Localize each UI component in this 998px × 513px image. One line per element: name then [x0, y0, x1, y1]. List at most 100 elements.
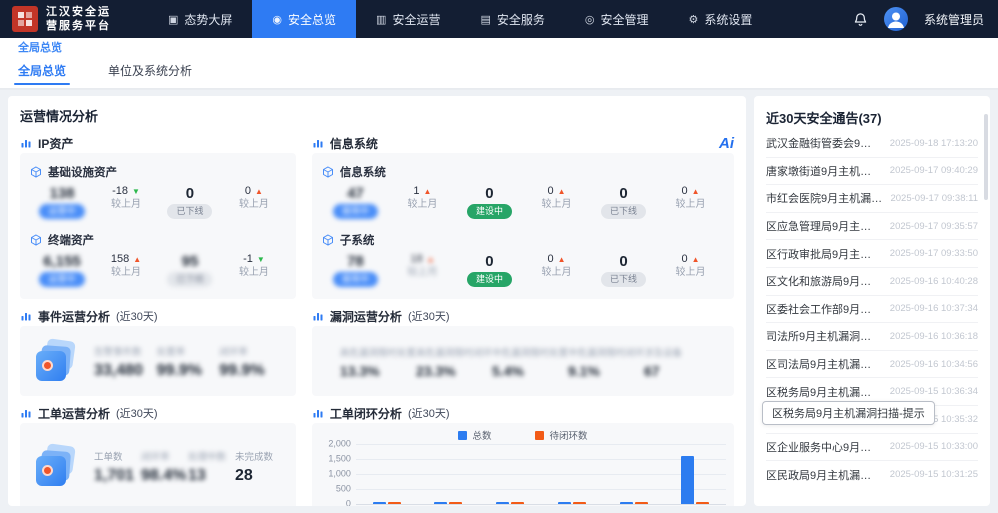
stat-value: 0	[485, 254, 493, 269]
stat-value: 0	[619, 186, 627, 201]
app-title: 江汉安全运 营服务平台	[46, 5, 111, 34]
asset-block-终端资产: 终端资产6,155运营中158▲较上月95已下线-1▼较上月	[30, 225, 286, 293]
stat-sub-label: 较上月	[407, 268, 437, 278]
announcement-item[interactable]: 区民政局9月主机漏洞扫描-提示2025-09-15 10:31:25	[766, 461, 978, 489]
arrow-up-icon: ▲	[424, 188, 432, 196]
announcement-item[interactable]: 武汉金融街管委会9月主机漏洞扫描-提示2025-09-18 17:13:20	[766, 130, 978, 158]
bar-待闭环数	[635, 502, 648, 504]
ip-assets-section: IP资产 基础设施资产138运营中-18▼较上月0已下线0▲较上月终端资产6,1…	[20, 133, 296, 299]
announcements-title: 近30天安全通告(37)	[766, 108, 978, 130]
stat-value: 9.1%	[568, 364, 644, 378]
y-tick-label: 1,500	[328, 455, 351, 464]
stat-value: 67	[644, 364, 720, 378]
announcement-item[interactable]: 市红会医院9月主机漏洞扫描-提示2025-09-17 09:38:11	[766, 185, 978, 213]
stat-change-col: 158▲较上月	[94, 254, 158, 278]
announcements-list: 武汉金融街管委会9月主机漏洞扫描-提示2025-09-18 17:13:20唐家…	[766, 130, 978, 489]
announcement-item[interactable]: 司法所9月主机漏洞扫描-提示2025-09-16 10:36:18	[766, 323, 978, 351]
stat-value: 28	[235, 468, 282, 484]
card-title: IP资产	[38, 135, 73, 152]
announcement-item[interactable]: 区行政审批局9月主机漏洞扫描和WEB...2025-09-17 09:33:50	[766, 240, 978, 268]
panel-scrollbar-thumb[interactable]	[984, 114, 988, 200]
stat-col: 处理中数13	[188, 449, 235, 484]
announcement-item[interactable]: 唐家墩街道9月主机漏洞扫描-提示2025-09-17 09:40:29	[766, 158, 978, 186]
announcement-title: 唐家墩街道9月主机漏洞扫描-提示	[766, 163, 882, 179]
bell-icon[interactable]	[853, 12, 868, 27]
stat-sub-label: 较上月	[407, 200, 437, 210]
event-analysis-header: 事件运营分析 (近30天)	[20, 306, 296, 326]
stat-label: 闭环率	[141, 449, 188, 463]
cube-illustration-icon	[34, 443, 80, 489]
stat-value: 6,155	[43, 254, 81, 269]
announcement-title: 市红会医院9月主机漏洞扫描-提示	[766, 190, 882, 206]
management-icon: ◎	[585, 13, 595, 26]
stat-change-col: -18▼较上月	[94, 186, 158, 210]
stat-value: 1,701	[94, 468, 141, 484]
announcement-item[interactable]: 区文化和旅游局9月主机漏洞扫描和WE...2025-09-16 10:40:28	[766, 268, 978, 296]
stat-col: 中危漏洞限时闭环率9.1%	[568, 345, 644, 378]
legend-item[interactable]: 待闭环数	[535, 428, 587, 442]
announcement-item[interactable]: 区企业服务中心9月主机漏洞扫描-提示2025-09-15 10:33:00	[766, 434, 978, 462]
stat-label: 涉及设备	[644, 345, 720, 359]
status-badge: 运营中	[39, 272, 84, 287]
status-badge: 使用中	[333, 204, 378, 219]
announcement-time: 2025-09-17 09:35:57	[890, 221, 978, 232]
status-badge: 已下线	[167, 204, 212, 219]
tab-单位及系统分析[interactable]: 单位及系统分析	[104, 56, 196, 88]
stat-badge-col: 138运营中	[30, 186, 94, 219]
nav-item-安全总览[interactable]: ◉安全总览	[252, 0, 356, 38]
stat-value: 23.3%	[416, 364, 492, 378]
user-avatar[interactable]	[884, 7, 908, 31]
arrow-up-icon: ▲	[255, 188, 263, 196]
stat-label: 处理中数	[188, 449, 235, 463]
announcement-time: 2025-09-15 10:36:34	[890, 386, 978, 397]
bar-总数	[681, 456, 694, 504]
stat-label: 高危漏洞限时闭环率	[416, 345, 492, 359]
nav-label: 安全服务	[497, 11, 545, 28]
user-name[interactable]: 系统管理员	[924, 11, 984, 28]
nav-label: 态势大屏	[184, 11, 232, 28]
status-badge: 建设中	[467, 272, 512, 287]
announcement-title: 区文化和旅游局9月主机漏洞扫描和WE...	[766, 273, 882, 289]
legend-item[interactable]: 总数	[458, 428, 491, 442]
nav-label: 安全总览	[288, 11, 336, 28]
announcement-title: 区委社会工作部9月主机漏洞扫描-提示	[766, 301, 882, 317]
nav-item-安全服务[interactable]: ▤安全服务	[460, 0, 564, 38]
nav-item-安全管理[interactable]: ◎安全管理	[565, 0, 669, 38]
stat-change: 0▲	[547, 186, 565, 197]
tooltip: 区税务局9月主机漏洞扫描-提示	[762, 401, 935, 425]
announcement-item[interactable]: 区委社会工作部9月主机漏洞扫描-提示2025-09-16 10:37:34	[766, 296, 978, 324]
card-period: (近30天)	[408, 405, 450, 421]
gridline	[356, 504, 726, 505]
nav-item-态势大屏[interactable]: ▣态势大屏	[148, 0, 252, 38]
stat-col: 高危漏洞限时闭环率 23.3%	[416, 345, 492, 378]
stat-sub-label: 较上月	[541, 200, 571, 210]
asset-row-title: 基础设施资产	[30, 164, 286, 180]
nav-item-安全运营[interactable]: ▥安全运营	[356, 0, 460, 38]
status-badge: 已下线	[601, 272, 646, 287]
bar-group	[664, 444, 726, 504]
stat-change: -1▼	[243, 254, 265, 265]
legend-label: 总数	[472, 428, 491, 442]
stat-value: 5.4%	[492, 364, 568, 378]
tab-全局总览[interactable]: 全局总览	[14, 56, 70, 88]
stat-value: 98.4%	[141, 468, 188, 484]
ticket-loop-header: 工单闭环分析 (近30天)	[312, 403, 734, 423]
asset-row-title: 终端资产	[30, 232, 286, 248]
ai-logo[interactable]: Ai	[719, 135, 734, 152]
status-badge: 运营中	[39, 204, 84, 219]
stat-badge-col: 0已下线	[590, 186, 657, 219]
breadcrumb[interactable]: 全局总览	[18, 39, 62, 55]
stat-change: 18▲	[410, 254, 434, 265]
announcement-item[interactable]: 区司法局9月主机漏洞扫描-提示2025-09-16 10:34:56	[766, 351, 978, 379]
stat-change: 1▲	[413, 186, 431, 197]
status-badge: 已下线	[167, 272, 212, 287]
stat-label: 工单数	[94, 449, 141, 463]
announcement-item[interactable]: 区应急管理局9月主机漏洞扫描-提示2025-09-17 09:35:57	[766, 213, 978, 241]
stat-col: 工单数 1,701	[94, 449, 141, 484]
stat-label: 高危漏洞限时处置率	[340, 345, 416, 359]
nav-item-系统设置[interactable]: ⚙系统设置	[669, 0, 773, 38]
bar-group	[541, 444, 603, 504]
stat-change: 0▲	[681, 186, 699, 197]
card-title: 漏洞运营分析	[330, 308, 402, 325]
card-period: (近30天)	[116, 308, 158, 324]
